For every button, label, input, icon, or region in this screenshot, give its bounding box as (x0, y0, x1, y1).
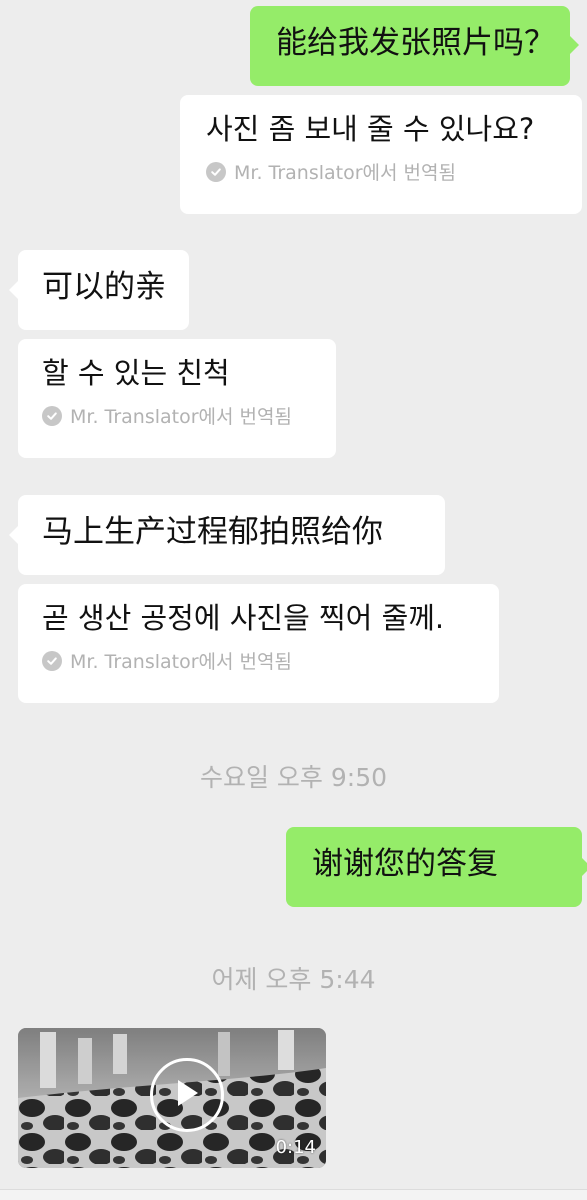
bubble-tail (570, 36, 579, 54)
translated-text: 할 수 있는 친척 (42, 356, 230, 390)
check-circle-icon (42, 650, 62, 671)
message-timestamp: 어제 오후 5:44 (211, 965, 376, 994)
incoming-message[interactable]: 马上生产过程郁拍照给你 (9, 495, 445, 575)
video-message[interactable]: 0:14 (18, 1028, 326, 1168)
message-text: 可以的亲 (42, 269, 166, 305)
bubble-tail (9, 526, 18, 544)
translation-card[interactable]: 할 수 있는 친척 Mr. Translator에서 번역됨 (18, 339, 336, 458)
translation-attribution: Mr. Translator에서 번역됨 (42, 402, 312, 429)
message-text: 谢谢您的答复 (312, 846, 498, 882)
translation-attribution: Mr. Translator에서 번역됨 (42, 647, 475, 674)
bubble-tail (9, 281, 18, 299)
check-circle-icon (42, 405, 62, 426)
message-text: 能给我发张照片吗？ (276, 25, 555, 61)
translation-card[interactable]: 곧 생산 공정에 사진을 찍어 줄께. Mr. Translator에서 번역됨 (18, 584, 499, 703)
video-duration: 0:14 (275, 1137, 316, 1158)
play-icon (174, 1078, 200, 1112)
attribution-label: Mr. Translator에서 번역됨 (70, 406, 292, 429)
translated-text: 곧 생산 공정에 사진을 찍어 줄께. (42, 601, 445, 635)
translated-text: 사진 좀 보내 줄 수 있나요? (206, 112, 535, 146)
outgoing-message[interactable]: 谢谢您的答复 (286, 827, 587, 907)
message-timestamp: 수요일 오후 9:50 (199, 763, 388, 792)
check-circle-icon (206, 161, 226, 182)
attribution-label: Mr. Translator에서 번역됨 (234, 162, 456, 185)
chat-screen: { "messages": { "m1": { "text": "能给我发张照片… (0, 0, 587, 1200)
message-text: 马上生产过程郁拍照给你 (42, 514, 383, 550)
translation-card[interactable]: 사진 좀 보내 줄 수 있나요? Mr. Translator에서 번역됨 (180, 95, 582, 214)
outgoing-message[interactable]: 能给我发张照片吗？ (250, 6, 579, 86)
incoming-message[interactable]: 可以的亲 (9, 250, 189, 330)
play-button[interactable] (150, 1058, 224, 1132)
attribution-label: Mr. Translator에서 번역됨 (70, 651, 292, 674)
translation-attribution: Mr. Translator에서 번역됨 (206, 158, 558, 185)
bubble-tail (582, 858, 587, 876)
input-bar-edge (0, 1189, 587, 1200)
